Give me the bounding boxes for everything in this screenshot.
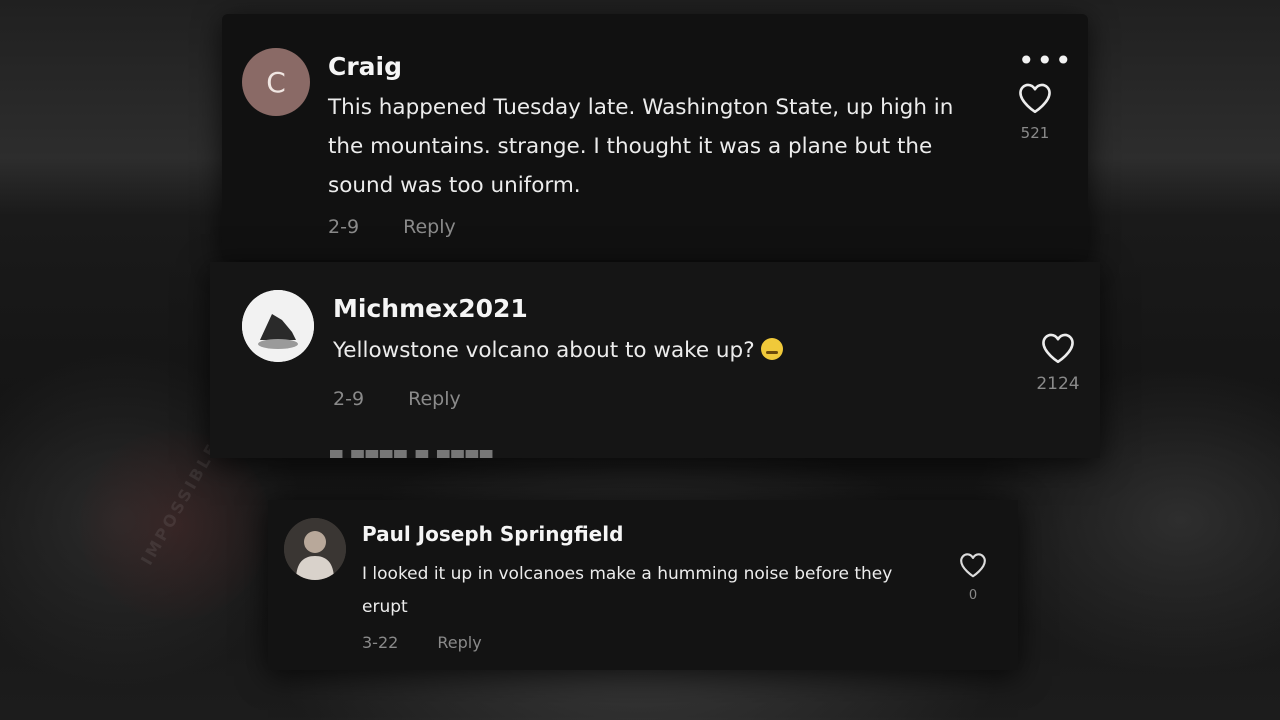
like-button[interactable]: 2124	[1034, 332, 1082, 394]
avatar[interactable]: C	[242, 48, 310, 116]
avatar[interactable]	[284, 518, 346, 580]
avatar-image	[284, 518, 346, 580]
like-count: 2124	[1036, 374, 1080, 394]
comment-text-line: Yellowstone volcano about to wake up?	[333, 338, 783, 363]
like-button[interactable]: 0	[956, 552, 990, 603]
like-count: 521	[1020, 124, 1050, 142]
comment-date: 2-9	[333, 388, 365, 410]
reply-button[interactable]: Reply	[408, 388, 461, 410]
avatar-letter: C	[266, 65, 286, 99]
comment-date: 2-9	[328, 216, 360, 238]
comment-card-michmex2021: Michmex2021 Yellowstone volcano about to…	[210, 262, 1100, 458]
comment-card-craig: C Craig This happened Tuesday late. Wash…	[222, 14, 1088, 260]
heart-icon[interactable]	[1040, 332, 1076, 364]
reply-button[interactable]: Reply	[437, 633, 481, 652]
comment-meta: 3-22 Reply	[362, 633, 482, 652]
comment-text: Yellowstone volcano about to wake up?	[333, 338, 755, 363]
username[interactable]: Paul Joseph Springfield	[362, 522, 623, 546]
reply-button[interactable]: Reply	[403, 216, 456, 238]
like-button[interactable]: 521	[1014, 82, 1056, 142]
comment-text: This happened Tuesday late. Washington S…	[328, 95, 954, 198]
username[interactable]: Michmex2021	[333, 294, 528, 323]
avatar[interactable]	[242, 290, 314, 362]
grimace-emoji	[760, 338, 783, 360]
comment-card-paul-joseph-springfield: Paul Joseph Springfield I looked it up i…	[268, 500, 1018, 670]
comment-text: I looked it up in volcanoes make a hummi…	[362, 564, 893, 617]
avatar-image	[242, 290, 314, 362]
cropped-text-fragment: ▀ ▀▀▀▀ ▀ ▀▀▀▀	[330, 450, 494, 458]
ellipsis-icon[interactable]: •••	[1018, 47, 1074, 75]
username[interactable]: Craig	[328, 52, 402, 81]
comment-meta: 2-9 Reply	[328, 216, 456, 238]
comment-meta: 2-9 Reply	[333, 388, 461, 410]
like-count: 0	[968, 588, 978, 603]
heart-icon[interactable]	[1017, 82, 1053, 114]
comment-date: 3-22	[362, 633, 399, 652]
heart-icon[interactable]	[958, 552, 988, 578]
watermark-logo: IMPOSSIBLE	[80, 430, 270, 620]
